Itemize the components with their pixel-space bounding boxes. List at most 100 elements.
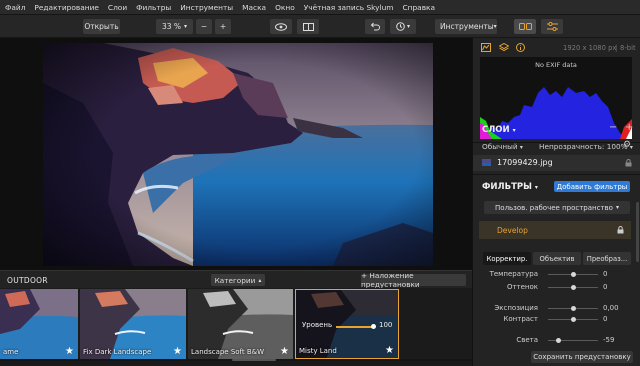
add-filters-button[interactable]: Добавить фильтры <box>554 181 630 192</box>
workspace-select[interactable]: Пользов. рабочее пространство ▾ <box>484 201 630 214</box>
panels-toggle-button[interactable] <box>514 19 536 34</box>
undo-button[interactable] <box>365 19 385 34</box>
slider-knob[interactable] <box>570 285 576 290</box>
history-button[interactable]: ▾ <box>390 19 416 34</box>
layout-icon <box>518 23 532 30</box>
presets-strip: ame ★ Fix Dark Landscape ★ Landscape Sof… <box>0 288 472 361</box>
menu-mask[interactable]: Маска <box>242 3 266 12</box>
menu-file[interactable]: Файл <box>5 3 25 12</box>
slider-value: 0 <box>603 270 608 278</box>
presets-header: OUTDOOR Категории ▴ + Наложение предуста… <box>0 270 472 289</box>
chevron-down-icon: ▾ <box>512 127 516 134</box>
lock-icon[interactable] <box>617 226 624 234</box>
develop-label: Develop <box>497 226 528 235</box>
menu-help[interactable]: Справка <box>402 3 435 12</box>
slider-knob[interactable] <box>570 306 576 311</box>
star-icon[interactable]: ★ <box>65 346 74 357</box>
panel-scrollbar[interactable] <box>636 202 639 262</box>
blend-mode-select[interactable]: Обычный ▾ <box>482 142 523 151</box>
slider-value: 0,00 <box>603 304 619 312</box>
preset-thumbnail[interactable]: ame ★ <box>0 289 78 359</box>
zoom-select[interactable]: 33 % ▾ <box>156 19 193 34</box>
eye-icon <box>275 22 287 31</box>
preset-amount-fill <box>336 325 373 328</box>
photo-canvas[interactable] <box>43 43 433 266</box>
zoom-out-button[interactable]: − <box>196 19 212 34</box>
preset-label: Landscape Soft B&W <box>191 348 265 356</box>
menu-filters[interactable]: Фильтры <box>136 3 171 12</box>
layers-title[interactable]: СЛОИ ▾ <box>482 125 516 135</box>
menu-account[interactable]: Учётная запись Skylum <box>304 3 394 12</box>
filters-title-text: ФИЛЬТРЫ <box>482 182 532 192</box>
preset-label: ame <box>3 348 19 356</box>
preset-thumbnail[interactable]: Fix Dark Landscape ★ <box>80 289 186 359</box>
presets-category-title: OUTDOOR <box>7 276 48 285</box>
chevron-down-icon: ▾ <box>406 23 410 30</box>
chevron-down-icon: ▾ <box>493 23 497 30</box>
add-layer-button[interactable]: + <box>625 122 633 133</box>
develop-filter-header[interactable]: Develop <box>479 221 631 239</box>
slider-knob[interactable] <box>555 338 561 343</box>
slider-label: Температура <box>489 270 538 278</box>
chevron-up-icon: ▴ <box>258 276 262 284</box>
star-icon[interactable]: ★ <box>385 345 394 356</box>
menu-tools[interactable]: Инструменты <box>180 3 233 12</box>
menu-layers[interactable]: Слои <box>108 3 127 12</box>
preset-amount-label: Уровень <box>302 321 333 329</box>
layers-title-text: СЛОИ <box>482 125 510 135</box>
preset-thumbnail[interactable]: Landscape Soft B&W ★ <box>188 289 293 359</box>
tab-transform[interactable]: Преобраз... <box>583 252 631 265</box>
preset-amount-value: 100 <box>379 321 393 329</box>
menu-edit[interactable]: Редактирование <box>34 3 99 12</box>
preview-button[interactable] <box>270 19 292 34</box>
slider-knob[interactable] <box>570 272 576 277</box>
tab-adjust[interactable]: Корректир. <box>483 252 531 265</box>
right-panel: 1920 x 1080 px | 8-bit No EXIF data СЛОИ… <box>472 38 640 366</box>
canvas-area[interactable] <box>0 38 472 270</box>
slider-label: Экспозиция <box>494 304 538 312</box>
undo-icon <box>370 22 380 31</box>
chevron-down-icon: ▾ <box>534 184 538 191</box>
info-icon[interactable] <box>516 43 525 52</box>
preset-amount-knob[interactable] <box>370 324 376 329</box>
histogram-icon[interactable] <box>481 43 491 52</box>
layer-row[interactable]: 17099429.jpg <box>473 155 640 171</box>
preset-amount-slider[interactable] <box>336 324 376 329</box>
slider-label: Оттенок <box>506 283 538 291</box>
slider-knob[interactable] <box>570 317 576 322</box>
workspace-label: Пользов. рабочее пространство <box>495 203 613 212</box>
zoom-value: 33 % <box>161 22 182 31</box>
slider-label: Контраст <box>503 315 538 323</box>
preset-thumbnail-selected[interactable]: Уровень 100 Misty Land ★ <box>295 289 399 359</box>
exif-status: No EXIF data <box>535 61 577 69</box>
zoom-in-button[interactable]: + <box>215 19 231 34</box>
layer-thumbnail-icon <box>482 159 491 166</box>
categories-button[interactable]: Категории ▴ <box>211 274 265 286</box>
star-icon[interactable]: ★ <box>173 346 182 357</box>
remove-layer-button[interactable]: − <box>609 122 617 133</box>
opacity-select[interactable]: Непрозрачность: 100% ▾ <box>539 142 633 151</box>
bit-depth: 8-bit <box>620 44 636 52</box>
slider-value: -59 <box>603 336 615 344</box>
image-dimensions: 1920 x 1080 px <box>563 44 617 52</box>
save-preset-button[interactable]: Сохранить предустановку <box>531 351 633 363</box>
panel-header: 1920 x 1080 px | 8-bit <box>473 38 640 56</box>
tools-dropdown[interactable]: Инструменты ▾ <box>435 19 497 34</box>
star-icon[interactable]: ★ <box>280 346 289 357</box>
preset-label: Fix Dark Landscape <box>83 348 152 356</box>
layers-icon[interactable] <box>499 43 509 52</box>
add-preset-overlay-button[interactable]: + Наложение предустановки <box>361 271 466 289</box>
filters-title[interactable]: ФИЛЬТРЫ ▾ <box>482 182 538 192</box>
adjustments-toggle-button[interactable] <box>541 19 563 34</box>
sliders-icon <box>546 22 558 31</box>
develop-tabs: Корректир. Объектив Преобраз... <box>483 252 631 265</box>
open-button[interactable]: Открыть <box>83 19 120 34</box>
categories-label: Категории <box>214 275 256 285</box>
menu-window[interactable]: Окно <box>275 3 295 12</box>
gear-icon[interactable]: ⚙ <box>623 140 631 150</box>
preset-label: Misty Land <box>299 347 337 355</box>
menu-bar: Файл Редактирование Слои Фильтры Инструм… <box>0 0 640 15</box>
split-view-icon <box>302 22 314 31</box>
tab-lens[interactable]: Объектив <box>533 252 581 265</box>
compare-button[interactable] <box>297 19 319 34</box>
